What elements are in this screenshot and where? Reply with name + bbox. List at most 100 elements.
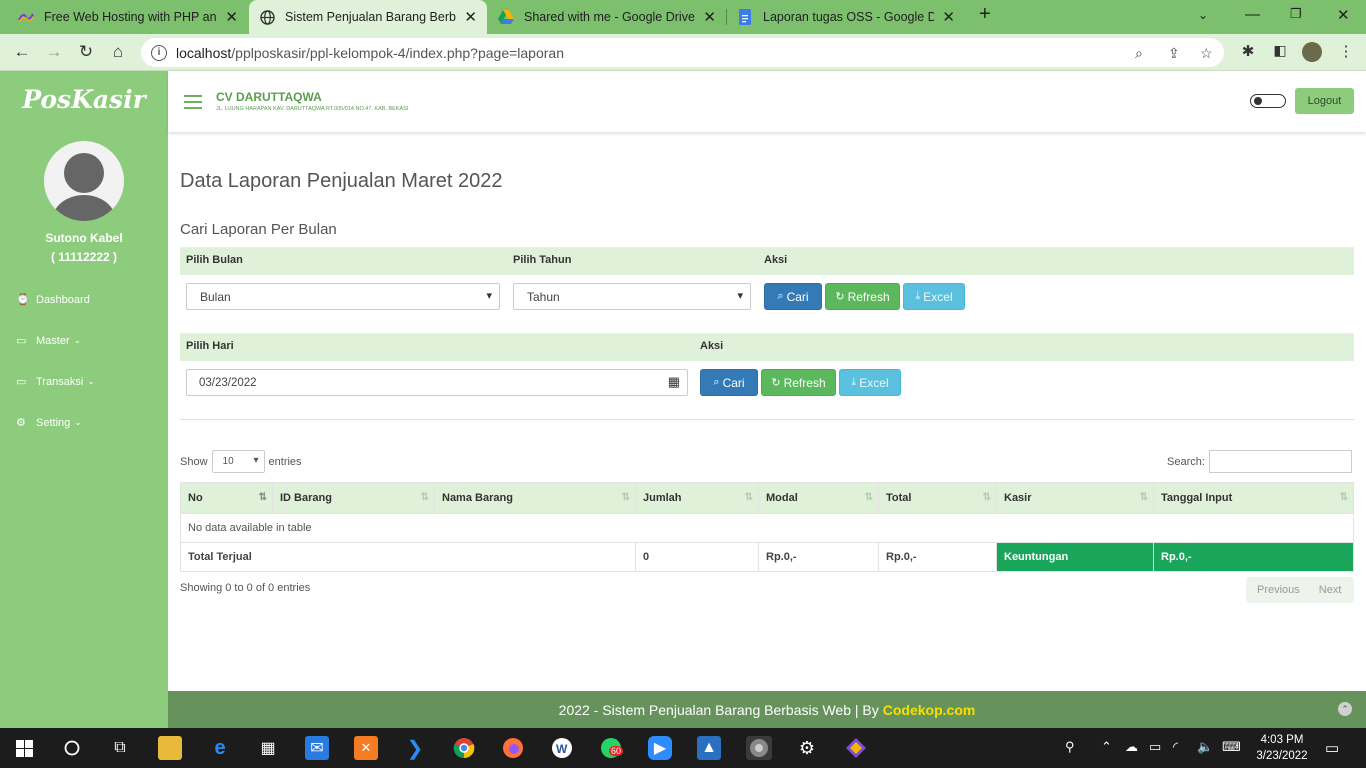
- photos-icon[interactable]: ▲: [697, 736, 721, 760]
- windows-start-icon[interactable]: [12, 736, 36, 760]
- theme-toggle[interactable]: [1250, 94, 1286, 108]
- chrome-icon[interactable]: [452, 736, 476, 760]
- close-tab-icon[interactable]: ✕: [703, 8, 716, 26]
- sort-icon: ⇅: [864, 492, 874, 503]
- restore-icon[interactable]: ❐: [1290, 6, 1302, 22]
- address-bar[interactable]: i localhost/pplposkasir/ppl-kelompok-4/i…: [141, 38, 1224, 67]
- sidebar-item-setting[interactable]: ⚙ Setting ⌄: [16, 416, 82, 430]
- column-header-id-barang[interactable]: ID Barang ⇅: [272, 482, 435, 514]
- task-view-icon[interactable]: ⧉: [108, 736, 132, 760]
- vscode-icon[interactable]: ❯: [403, 736, 427, 760]
- year-select[interactable]: Tahun ▾: [513, 283, 751, 310]
- footer-brand-link[interactable]: Codekop.com: [883, 702, 976, 718]
- firefox-icon[interactable]: [501, 736, 525, 760]
- menu-toggle-icon[interactable]: [184, 95, 202, 113]
- profile-avatar[interactable]: [1302, 42, 1322, 62]
- download-icon: ⤓: [851, 376, 857, 388]
- onedrive-icon[interactable]: ☁: [1125, 739, 1138, 755]
- back-icon[interactable]: ←: [12, 42, 32, 62]
- column-header-jumlah[interactable]: Jumlah ⇅: [635, 482, 759, 514]
- file-explorer-icon[interactable]: [158, 736, 182, 760]
- scroll-top-icon[interactable]: ⌃: [1338, 702, 1352, 716]
- forward-icon[interactable]: →: [44, 42, 64, 62]
- refresh-month-button[interactable]: ↻ Refresh: [825, 283, 900, 310]
- tray-chevron-icon[interactable]: ⌃: [1101, 739, 1112, 755]
- wifi-icon[interactable]: ◜: [1173, 739, 1178, 755]
- app-logo[interactable]: PosKasir: [0, 85, 168, 114]
- next-page-button[interactable]: Next: [1319, 584, 1342, 596]
- top-header: CV DARUTTAQWA JL. UJUNG HARAPAN KAV. DAR…: [168, 71, 1366, 132]
- git-icon[interactable]: [844, 736, 868, 760]
- browser-tab[interactable]: Free Web Hosting with PHP and ✕: [8, 0, 248, 34]
- entries-select[interactable]: 10 ▾: [211, 450, 265, 473]
- whatsapp-badge: 60: [609, 746, 624, 756]
- browser-tab[interactable]: Shared with me - Google Drive ✕: [488, 0, 726, 34]
- keyboard-icon[interactable]: ⌨: [1222, 739, 1241, 755]
- share-icon[interactable]: ⇪: [1168, 45, 1180, 62]
- sidebar-item-transaksi[interactable]: ▭ Transaksi ⌄: [16, 375, 95, 389]
- profit-label: Keuntungan: [996, 542, 1154, 572]
- svg-text:W: W: [556, 742, 568, 756]
- date-input[interactable]: 03/23/2022 ▦: [186, 369, 688, 396]
- mail-icon[interactable]: ✉: [305, 736, 329, 760]
- chrome-active-icon[interactable]: [746, 736, 772, 760]
- sidebar-item-master[interactable]: ▭ Master ⌄: [16, 334, 81, 348]
- column-header-no[interactable]: No ⇅: [180, 482, 273, 514]
- close-tab-icon[interactable]: ✕: [464, 8, 477, 26]
- minimize-icon[interactable]: —: [1245, 6, 1260, 23]
- excel-month-button[interactable]: ⤓ Excel: [903, 283, 965, 310]
- zoom-app-icon[interactable]: ▶: [648, 736, 672, 760]
- section-subtitle: Cari Laporan Per Bulan: [180, 221, 337, 238]
- sidebar-item-dashboard[interactable]: ⌚ Dashboard: [16, 293, 90, 307]
- system-clock[interactable]: 4:03 PM 3/23/2022: [1250, 732, 1314, 764]
- zoom-icon[interactable]: ⌕: [1135, 45, 1143, 62]
- close-tab-icon[interactable]: ✕: [225, 8, 238, 26]
- home-icon[interactable]: ⌂: [108, 42, 128, 62]
- previous-page-button[interactable]: Previous: [1257, 584, 1300, 596]
- notification-icon[interactable]: ▭: [1325, 739, 1339, 757]
- site-info-icon[interactable]: i: [151, 44, 167, 61]
- month-select[interactable]: Bulan ▾: [186, 283, 500, 310]
- search-month-button[interactable]: ⌕ Cari: [764, 283, 822, 310]
- tab-search-icon[interactable]: ⌄: [1198, 8, 1208, 22]
- column-header-nama-barang[interactable]: Nama Barang ⇅: [434, 482, 636, 514]
- calendar-icon[interactable]: ▦: [668, 374, 680, 390]
- column-header-total[interactable]: Total ⇅: [878, 482, 997, 514]
- excel-day-button[interactable]: ⤓ Excel: [839, 369, 901, 396]
- refresh-day-button[interactable]: ↻ Refresh: [761, 369, 836, 396]
- window-close-icon[interactable]: ✕: [1337, 6, 1350, 24]
- edge-icon[interactable]: e: [208, 736, 232, 760]
- browser-tab-active[interactable]: Sistem Penjualan Barang Berbasis ✕: [249, 0, 487, 34]
- word-icon[interactable]: W: [550, 736, 574, 760]
- column-header-modal[interactable]: Modal ⇅: [758, 482, 879, 514]
- desktop-icon: ▭: [16, 376, 27, 388]
- search-input[interactable]: [1208, 450, 1352, 473]
- logout-button[interactable]: Logout: [1295, 88, 1354, 114]
- search-day-button[interactable]: ⌕ Cari: [700, 369, 758, 396]
- reload-icon[interactable]: ↻: [76, 42, 96, 62]
- desktop-icon: ▭: [16, 335, 27, 347]
- whatsapp-icon[interactable]: 60: [599, 736, 624, 760]
- table-row: No data available in table: [180, 513, 1354, 543]
- browser-menu-icon[interactable]: ⋮: [1336, 42, 1356, 60]
- bookmark-star-icon[interactable]: ☆: [1200, 45, 1213, 62]
- side-panel-icon[interactable]: ◧: [1270, 42, 1290, 59]
- browser-tab[interactable]: Laporan tugas OSS - Google Doc ✕: [727, 0, 965, 34]
- search-icon[interactable]: [60, 736, 84, 760]
- people-icon[interactable]: ⚲: [1065, 739, 1075, 755]
- xampp-icon[interactable]: ✕: [354, 736, 378, 760]
- extensions-icon[interactable]: ✱: [1238, 42, 1258, 60]
- new-tab-icon[interactable]: +: [979, 3, 991, 26]
- volume-icon[interactable]: 🔈: [1197, 739, 1213, 755]
- refresh-icon: ↻: [771, 377, 781, 389]
- close-tab-icon[interactable]: ✕: [942, 8, 955, 26]
- column-header-kasir[interactable]: Kasir ⇅: [996, 482, 1154, 514]
- page-footer: 2022 - Sistem Penjualan Barang Berbasis …: [168, 691, 1366, 728]
- battery-icon[interactable]: ▭: [1149, 739, 1161, 755]
- store-icon[interactable]: ▦: [256, 736, 280, 760]
- chevron-down-icon: ▾: [486, 290, 492, 302]
- table-footer-row: Total Terjual 0 Rp.0,- Rp.0,- Keuntungan…: [180, 542, 1354, 572]
- column-header-tanggal-input[interactable]: Tanggal Input ⇅: [1153, 482, 1354, 514]
- settings-icon[interactable]: ⚙: [795, 736, 819, 760]
- hosting-favicon-icon: [18, 9, 34, 25]
